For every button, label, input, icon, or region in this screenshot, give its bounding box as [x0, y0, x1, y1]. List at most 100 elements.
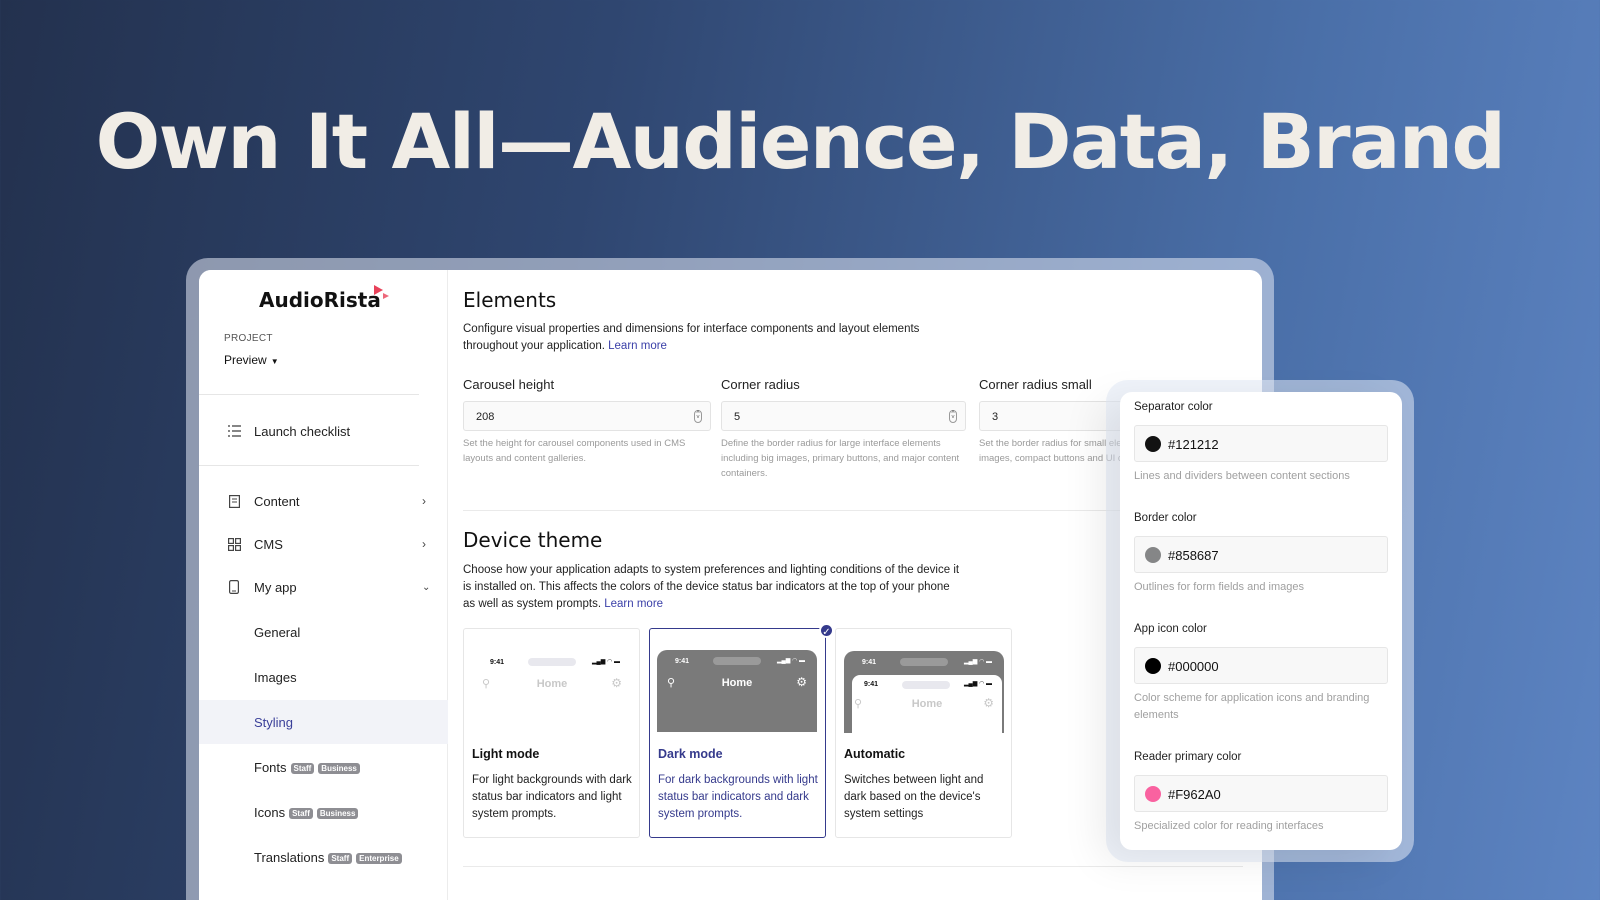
project-value: Preview	[224, 353, 267, 367]
phone-notch	[528, 658, 576, 666]
color-swatch[interactable]	[1145, 786, 1161, 802]
border-color-label: Border color	[1134, 512, 1197, 524]
reader-primary-color-help: Specialized color for reading interfaces	[1134, 820, 1324, 832]
border-color-input[interactable]: #858687	[1134, 536, 1388, 573]
divider	[199, 465, 419, 466]
check-icon: ✓	[819, 623, 834, 638]
sidebar-item-label: Images	[254, 669, 297, 685]
sidebar-item-images[interactable]: Images	[199, 655, 448, 699]
corner-radius-label: Corner radius	[721, 377, 800, 392]
corner-radius-small-label: Corner radius small	[979, 377, 1092, 392]
app-logo: AudioRista	[259, 288, 381, 312]
automatic-phone-preview: 9:41 ▂▄▆ ◠ ▬ 9:41 ▂▄▆ ◠ ▬ ⚲ Home ⚙	[844, 651, 1004, 733]
app-icon-color-input[interactable]: #000000	[1134, 647, 1388, 684]
sidebar-item-content[interactable]: Content ›	[199, 479, 448, 523]
reader-primary-color-value: #F962A0	[1168, 787, 1221, 802]
theme-option-light[interactable]: 9:41 ▂▄▆ ◠ ▬ ⚲ Home ⚙ Light mode For lig…	[463, 628, 640, 838]
plan-badge: Business	[318, 762, 360, 774]
theme-option-title: Dark mode	[658, 747, 723, 761]
sidebar-item-translations[interactable]: Translations Staff Enterprise	[199, 835, 448, 879]
app-icon-color-help: Color scheme for application icons and b…	[1134, 692, 1370, 721]
reader-primary-color-input[interactable]: #F962A0	[1134, 775, 1388, 812]
staff-badge: Staff	[290, 762, 315, 774]
app-icon-color-value: #000000	[1168, 659, 1219, 674]
chevron-right-icon: ›	[422, 537, 426, 551]
theme-option-description: For dark backgrounds with light status b…	[658, 774, 818, 820]
carousel-height-input[interactable]: 208 ˄ ˅	[463, 401, 711, 431]
divider	[199, 394, 419, 395]
corner-radius-small-value: 3	[992, 411, 999, 423]
device-theme-title: Device theme	[463, 528, 603, 552]
project-label: PROJECT	[224, 333, 273, 344]
light-phone-preview: 9:41 ▂▄▆ ◠ ▬ ⚲ Home ⚙	[472, 651, 632, 733]
grid-icon	[227, 537, 241, 551]
color-swatch[interactable]	[1145, 547, 1161, 563]
stepper-icon[interactable]: ˄ ˅	[694, 410, 702, 423]
color-swatch[interactable]	[1145, 436, 1161, 452]
launch-checklist-label: Launch checklist	[254, 423, 351, 439]
color-swatch[interactable]	[1145, 658, 1161, 674]
chevron-down-icon: ⌄	[422, 581, 431, 593]
device-theme-description: Choose how your application adapts to sy…	[463, 562, 963, 613]
checklist-icon	[227, 424, 241, 438]
chevron-right-icon: ›	[422, 494, 426, 508]
separator-color-input[interactable]: #121212	[1134, 425, 1388, 462]
elements-title: Elements	[463, 288, 557, 312]
phone-home-label: Home	[721, 677, 753, 689]
plan-badge: Business	[316, 807, 359, 819]
app-icon-color-label: App icon color	[1134, 623, 1207, 635]
launch-checklist-item[interactable]: Launch checklist	[199, 409, 448, 453]
elements-description-text: Configure visual properties and dimensio…	[463, 323, 920, 352]
status-icons: ▂▄▆ ◠ ▬	[963, 659, 992, 665]
theme-option-automatic[interactable]: 9:41 ▂▄▆ ◠ ▬ 9:41 ▂▄▆ ◠ ▬ ⚲ Home ⚙ Autom…	[835, 628, 1012, 838]
sidebar-item-label: Content	[254, 493, 300, 509]
sidebar-item-cms[interactable]: CMS ›	[199, 522, 448, 566]
corner-radius-help: Define the border radius for large inter…	[721, 438, 960, 479]
phone-icon	[227, 580, 241, 594]
separator-color-label: Separator color	[1134, 401, 1213, 413]
app-window: AudioRista PROJECT Preview ▼ Launch check…	[199, 270, 1262, 900]
corner-radius-input[interactable]: 5 ˄ ˅	[721, 401, 966, 431]
carousel-height-help: Set the height for carousel components u…	[463, 438, 686, 464]
sidebar-item-general[interactable]: General	[199, 610, 448, 654]
caret-down-icon: ▼	[270, 357, 279, 366]
phone-home-label: Home	[536, 678, 568, 690]
color-settings-panel: Separator color #121212 Lines and divide…	[1120, 392, 1402, 850]
gear-icon: ⚙	[611, 676, 622, 690]
phone-time: 9:41	[490, 659, 505, 666]
dark-phone-preview: 9:41 ▂▄▆ ◠ ▬ ⚲ Home ⚙	[657, 650, 817, 732]
phone-time: 9:41	[675, 658, 690, 665]
staff-badge: Staff	[289, 807, 313, 819]
document-icon	[227, 494, 241, 508]
theme-option-title: Automatic	[844, 747, 906, 761]
sidebar-item-styling[interactable]: Styling	[199, 700, 448, 744]
phone-notch	[900, 658, 948, 666]
status-icons: ▂▄▆ ◠ ▬	[591, 659, 620, 665]
sidebar-item-label: Styling	[254, 714, 294, 730]
learn-more-link[interactable]: Learn more	[608, 340, 667, 352]
sidebar-item-my-app[interactable]: My app ⌄	[199, 565, 448, 609]
sidebar-item-label: Fonts	[254, 759, 287, 775]
staff-badge: Staff	[328, 852, 353, 864]
sidebar-item-fonts[interactable]: Fonts Staff Business	[199, 745, 448, 789]
light-overlay-preview: 9:41 ▂▄▆ ◠ ▬ ⚲ Home ⚙	[852, 675, 1002, 733]
project-selector[interactable]: Preview ▼	[224, 353, 279, 367]
sidebar-item-label: General	[254, 624, 301, 640]
phone-notch	[902, 681, 950, 689]
elements-description: Configure visual properties and dimensio…	[463, 321, 933, 355]
gear-icon: ⚙	[796, 675, 807, 689]
border-color-value: #858687	[1168, 548, 1219, 563]
reader-primary-color-label: Reader primary color	[1134, 751, 1242, 763]
sidebar-item-label: CMS	[254, 536, 283, 552]
carousel-height-value: 208	[476, 411, 495, 423]
separator-color-help: Lines and dividers between content secti…	[1134, 470, 1350, 482]
sidebar-item-icons[interactable]: Icons Staff Business	[199, 790, 448, 834]
carousel-height-label: Carousel height	[463, 377, 555, 392]
learn-more-link[interactable]: Learn more	[604, 598, 663, 610]
stepper-icon[interactable]: ˄ ˅	[949, 410, 957, 423]
theme-option-dark[interactable]: ✓ 9:41 ▂▄▆ ◠ ▬ ⚲ Home ⚙ Dark mode For da…	[649, 623, 834, 838]
plan-badge: Enterprise	[356, 852, 402, 864]
phone-notch	[713, 657, 761, 665]
separator-color-value: #121212	[1168, 437, 1219, 452]
phone-time: 9:41	[864, 681, 879, 688]
